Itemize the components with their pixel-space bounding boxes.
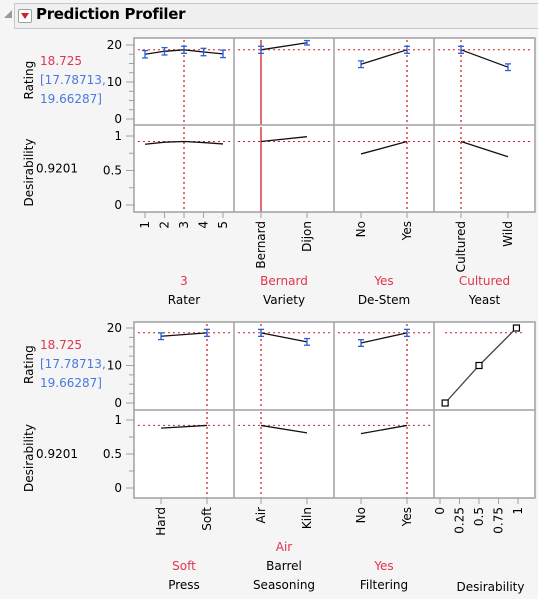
x-tick-label: Yes — [400, 507, 414, 527]
desirability-handle[interactable] — [512, 324, 521, 332]
y-tick-label: 20 — [107, 321, 122, 335]
desirability-tick-label: 0.5 — [103, 164, 122, 178]
x-tick-label: Yes — [400, 221, 414, 241]
x-tick-label: Air — [254, 507, 268, 524]
x-tick-label: Cultured — [454, 221, 468, 272]
factor-current-value: Soft — [172, 559, 196, 573]
x-tick-label: 1 — [511, 507, 525, 515]
y-tick-label: 0 — [114, 112, 122, 126]
desirability-tick-label: 0.5 — [103, 447, 122, 461]
x-tick-label: Bernard — [254, 221, 268, 269]
factor-name: Barrel — [266, 559, 302, 573]
factor-current-value: Air — [276, 540, 293, 554]
factor-name: Variety — [263, 293, 305, 307]
desirability-handle[interactable] — [475, 361, 483, 370]
x-tick-label: 0.5 — [472, 507, 486, 526]
response-current-value: 18.725 — [40, 338, 82, 352]
desirability-tick-label: 0 — [114, 198, 122, 212]
factor-current-value: 3 — [180, 274, 188, 288]
factor-name: Yeast — [468, 293, 501, 307]
factor-name: Seasoning — [253, 578, 315, 592]
factor-name: Rater — [168, 293, 201, 307]
response-ci-low: [17.78713, — [40, 357, 106, 371]
x-tick-label: Soft — [200, 507, 214, 531]
response-current-value: 18.725 — [40, 54, 82, 68]
response-ci-high: 19.66287] — [40, 376, 102, 390]
x-tick-label: 3 — [177, 221, 191, 229]
x-tick-label: Hard — [154, 507, 168, 536]
factor-name: Press — [168, 578, 200, 592]
x-tick-label: Wild — [501, 221, 515, 247]
y-tick-label: 20 — [107, 38, 122, 52]
y-tick-label: 10 — [107, 75, 122, 89]
response-axis-label: Rating — [22, 345, 36, 384]
desirability-current-value: 0.9201 — [36, 447, 78, 461]
factor-current-value: Cultured — [459, 274, 510, 288]
desirability-current-value: 0.9201 — [36, 162, 78, 176]
x-tick-label: Dijon — [300, 221, 314, 252]
desirability-tick-label: 0 — [114, 481, 122, 495]
desirability-panel-label: Desirability — [457, 580, 525, 594]
response-ci-low: [17.78713, — [40, 73, 106, 87]
x-tick-label: 4 — [197, 221, 211, 229]
desirability-axis-label: Desirability — [22, 424, 36, 492]
response-axis-label: Rating — [22, 61, 36, 100]
factor-current-value: Bernard — [260, 274, 308, 288]
y-tick-label: 10 — [107, 359, 122, 373]
desirability-axis-label: Desirability — [22, 139, 36, 207]
x-tick-label: 0 — [433, 507, 447, 515]
x-tick-label: 0.25 — [453, 507, 467, 534]
factor-name: De-Stem — [358, 293, 410, 307]
desirability-tick-label: 1 — [114, 129, 122, 143]
x-tick-label: No — [354, 507, 368, 523]
factor-current-value: Yes — [373, 274, 393, 288]
y-tick-label: 0 — [114, 396, 122, 410]
x-tick-label: 2 — [158, 221, 172, 229]
factor-current-value: Yes — [373, 559, 393, 573]
x-tick-label: Kiln — [300, 507, 314, 529]
desirability-handle[interactable] — [441, 399, 449, 407]
response-ci-high: 19.66287] — [40, 92, 102, 106]
prediction-profiler-chart: Rating 18.725 [17.78713, 19.66287] Desirabil… — [22, 37, 536, 594]
x-tick-label: No — [354, 221, 368, 237]
x-tick-label: 0.75 — [492, 507, 506, 534]
desirability-tick-label: 1 — [114, 413, 122, 427]
factor-name: Filtering — [360, 578, 408, 592]
x-tick-label: 1 — [138, 221, 152, 229]
x-tick-label: 5 — [216, 221, 230, 229]
